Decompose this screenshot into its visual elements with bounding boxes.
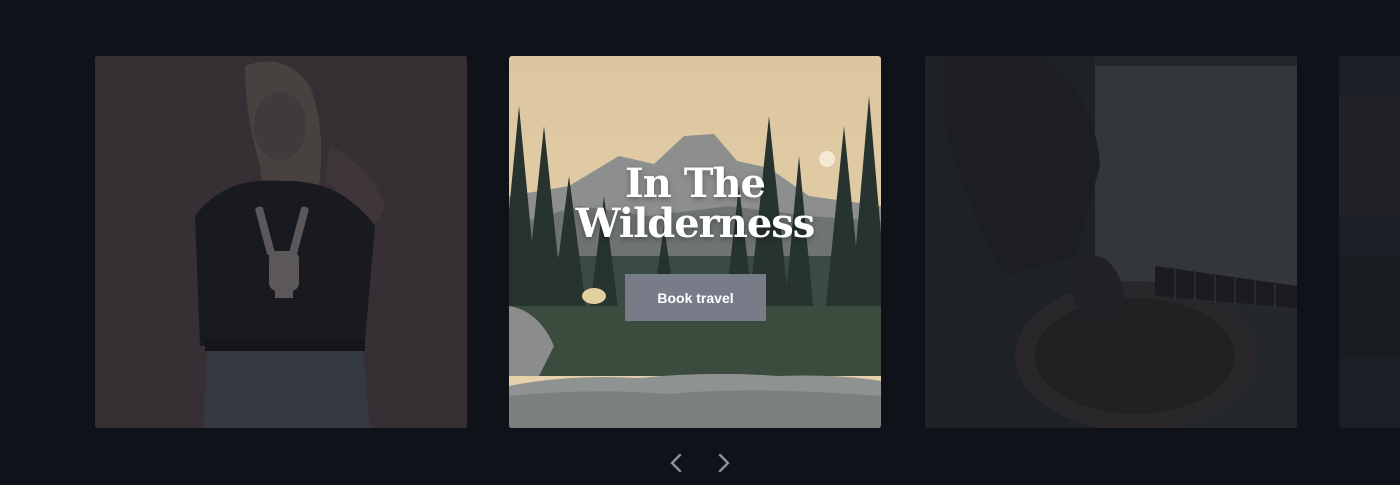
chevron-right-icon (718, 453, 730, 473)
prev-slide-button[interactable] (664, 450, 688, 476)
next-slide-button[interactable] (712, 450, 736, 476)
book-travel-button[interactable]: Book travel (625, 274, 766, 321)
carousel-slide-portrait[interactable] (95, 56, 467, 428)
slide-title-line-2: Wilderness (575, 200, 816, 247)
dim-overlay (1339, 56, 1400, 428)
dim-overlay (95, 56, 467, 428)
carousel-nav (664, 450, 736, 476)
carousel-slide-guitar[interactable] (925, 56, 1297, 428)
slide-title-line-1: In The (624, 160, 766, 207)
carousel-slide-active[interactable]: In The Wilderness Book travel (509, 56, 881, 428)
dim-overlay (925, 56, 1297, 428)
carousel-slide-next-partial[interactable] (1339, 56, 1400, 428)
slide-title: In The Wilderness (509, 164, 881, 244)
carousel: In The Wilderness Book travel (0, 0, 1400, 485)
chevron-left-icon (670, 453, 682, 473)
